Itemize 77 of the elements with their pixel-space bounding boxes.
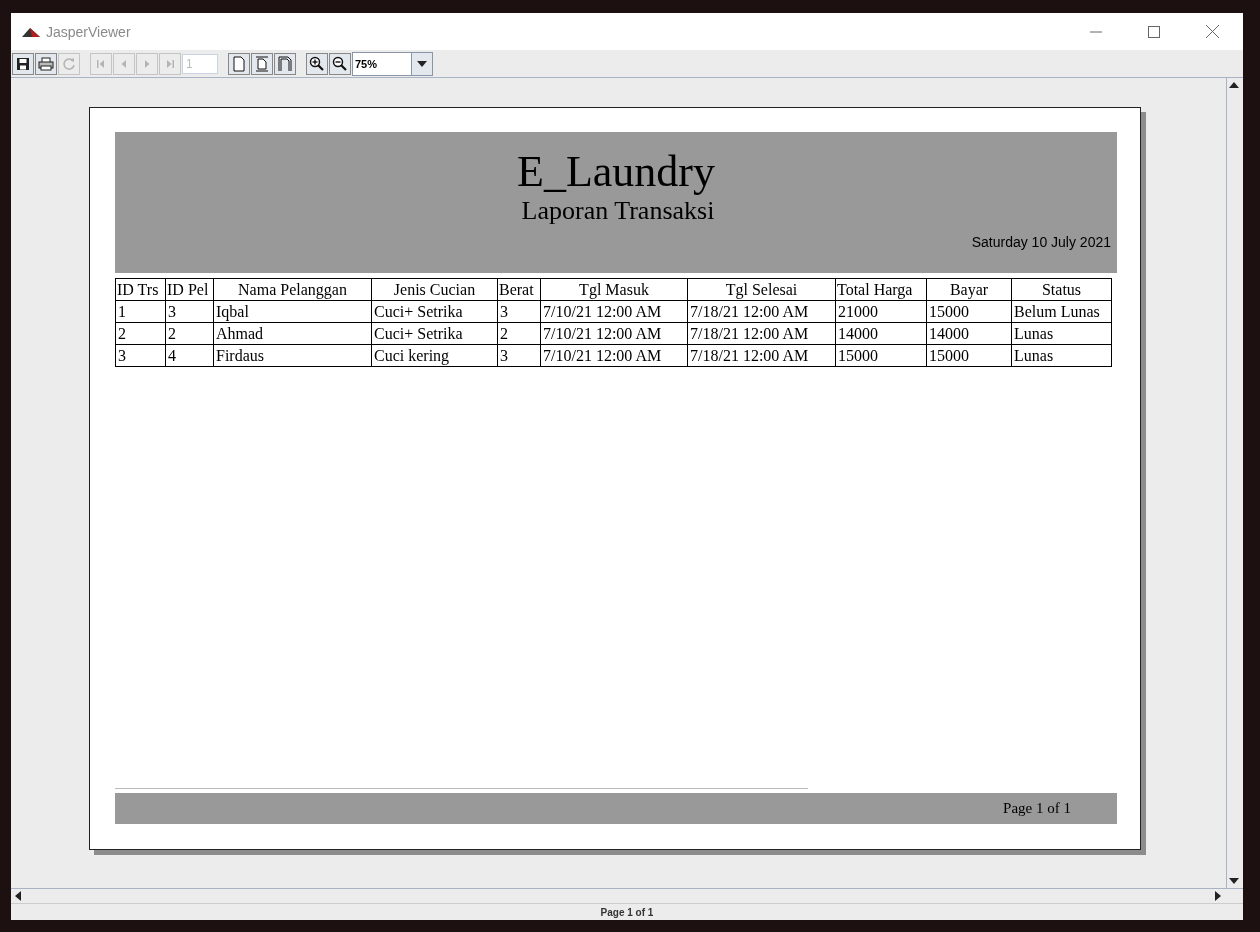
scroll-left-icon[interactable] [15,891,21,901]
fit-width-icon [278,55,292,72]
table-cell: 21000 [835,300,927,323]
table-cell: Lunas [1011,344,1112,367]
print-button[interactable] [35,52,57,75]
table-cell: 7/18/21 12:00 AM [687,322,836,345]
first-page-icon [96,58,106,69]
table-cell: 15000 [835,344,927,367]
table-cell: 4 [165,344,214,367]
table-cell: 7/10/21 12:00 AM [540,344,688,367]
scroll-up-icon[interactable] [1229,82,1239,88]
caret-icon [417,60,427,67]
table-cell: 7/18/21 12:00 AM [687,344,836,367]
column-header: ID Trs [115,278,166,301]
table-cell: Cuci+ Setrika [371,300,498,323]
maximize-icon[interactable] [1148,25,1160,38]
table-cell: 14000 [835,322,927,345]
app-logo-icon [22,26,40,37]
scroll-down-icon[interactable] [1229,878,1239,884]
column-header: Tgl Selesai [687,278,836,301]
column-header: Bayar [926,278,1012,301]
zoom-in-icon [309,55,325,72]
table-cell: Ahmad [213,322,372,345]
table-cell: 3 [497,344,541,367]
column-header: Total Harga [835,278,927,301]
table-cell: Firdaus [213,344,372,367]
table-cell: 1 [115,300,166,323]
horizontal-scrollbar[interactable] [11,888,1243,903]
right-triangle-icon [142,58,152,69]
save-button[interactable] [12,52,34,75]
last-page-icon [165,58,175,69]
report-date: Saturday 10 July 2021 [971,234,1111,250]
zoom-out-icon [332,55,348,72]
table-cell: Iqbal [213,300,372,323]
table-cell: 3 [115,344,166,367]
fit-width-button[interactable] [274,52,296,75]
table-cell: 15000 [926,344,1012,367]
zoom-value: 75% [354,56,379,72]
column-header: Nama Pelanggan [213,278,372,301]
table-cell: 7/10/21 12:00 AM [540,300,688,323]
table-cell: Cuci kering [371,344,498,367]
table-cell: 7/10/21 12:00 AM [540,322,688,345]
table-cell: 2 [497,322,541,345]
status-text: Page 1 of 1 [600,906,654,918]
column-header: Tgl Masuk [540,278,688,301]
zoom-out-button[interactable] [329,52,351,75]
vertical-scrollbar[interactable] [1226,78,1241,888]
table-cell: Lunas [1011,322,1112,345]
table-cell: 3 [165,300,214,323]
page-icon [232,55,246,72]
table-cell: Belum Lunas [1011,300,1112,323]
fit-page-button[interactable] [251,52,273,75]
report-title: E_Laundry [517,148,715,196]
window-title: JasperViewer [46,23,131,40]
close-icon[interactable] [1206,25,1219,38]
column-header: Berat [497,278,541,301]
scroll-right-icon[interactable] [1215,891,1221,901]
table-cell: 7/18/21 12:00 AM [687,300,836,323]
table-cell: 15000 [926,300,1012,323]
page-number-text: Page 1 of 1 [1003,800,1071,817]
reload-icon [62,56,76,71]
table-cell: Cuci+ Setrika [371,322,498,345]
report-subtitle: Laporan Transaksi [521,196,715,226]
zoom-combo-box[interactable]: 75% [352,51,433,76]
fit-page-icon [255,55,269,72]
dropdown-button[interactable] [411,52,432,75]
column-header: ID Pel [165,278,214,301]
table-cell: 3 [497,300,541,323]
table-cell: 2 [115,322,166,345]
actual-size-button[interactable] [228,52,250,75]
column-header: Status [1011,278,1112,301]
table-cell: 2 [165,322,214,345]
zoom-in-button[interactable] [306,52,328,75]
printer-icon [38,56,54,71]
table-cell: 14000 [926,322,1012,345]
column-header: Jenis Cucian [371,278,498,301]
left-triangle-icon [119,58,129,69]
